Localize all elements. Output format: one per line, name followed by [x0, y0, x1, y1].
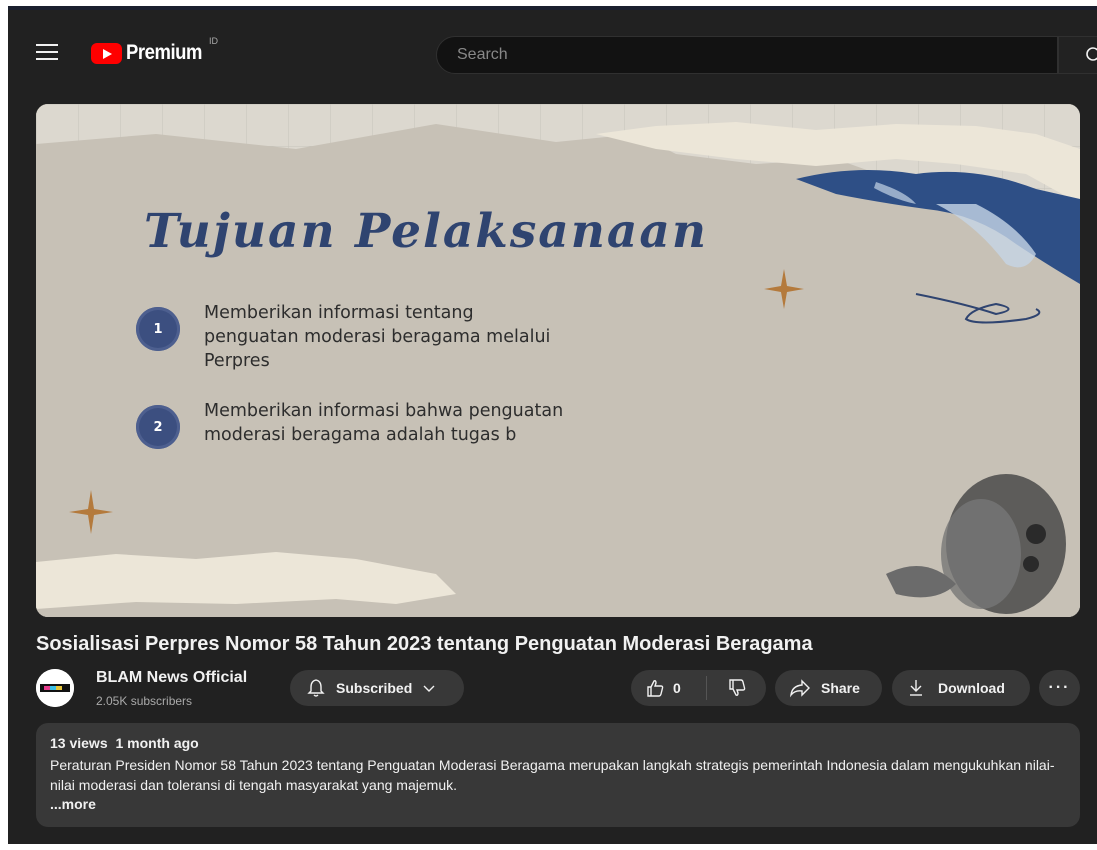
search-placeholder: Search	[457, 46, 508, 63]
download-icon	[910, 680, 922, 696]
number-badge: 1	[136, 307, 180, 351]
slide-item-1: 1 Memberikan informasi tentang penguatan…	[136, 301, 564, 373]
slide-item-text: Memberikan informasi bahwa penguatan mod…	[204, 401, 564, 445]
video-player[interactable]: Tujuan Pelaksanaan 1 Memberikan informas…	[36, 104, 1080, 617]
share-icon	[790, 679, 810, 698]
chevron-down-icon	[423, 685, 435, 692]
masthead: Premium ID Search	[8, 10, 1097, 96]
logo-text: Premium	[126, 41, 203, 64]
search-icon	[1086, 47, 1097, 61]
view-count: 13 views	[50, 735, 108, 751]
channel-name[interactable]: BLAM News Official	[96, 669, 247, 687]
sparkle-icon	[69, 490, 113, 534]
upload-date: 1 month ago	[115, 735, 199, 751]
thumbs-down-icon	[728, 679, 745, 696]
share-button[interactable]: Share	[775, 670, 882, 706]
download-label: Download	[938, 680, 1005, 696]
show-more-link[interactable]: ...more	[50, 796, 1066, 812]
like-button[interactable]: 0	[631, 670, 706, 706]
sparkle-icon	[764, 269, 804, 309]
description-text: Peraturan Presiden Nomor 58 Tahun 2023 t…	[50, 757, 1055, 793]
share-label: Share	[821, 680, 860, 696]
bell-icon	[307, 679, 325, 697]
menu-icon[interactable]	[36, 44, 58, 60]
slide-title: Tujuan Pelaksanaan	[144, 204, 709, 259]
youtube-window: Premium ID Search Tujuan Pelaksanaan 1 M…	[8, 6, 1097, 844]
subscriber-count: 2.05K subscribers	[96, 694, 193, 708]
thumbs-up-icon	[647, 680, 664, 697]
search-button[interactable]	[1058, 36, 1097, 74]
slide-item-text: Memberikan informasi tentang penguatan m…	[204, 303, 551, 371]
search-input[interactable]: Search	[436, 36, 1058, 74]
youtube-premium-logo[interactable]: Premium ID	[91, 36, 218, 66]
youtube-play-icon	[91, 42, 122, 64]
number-badge: 2	[136, 405, 180, 449]
subscribed-button[interactable]: Subscribed	[290, 670, 464, 706]
more-actions-button[interactable]: ···	[1039, 670, 1080, 706]
download-button[interactable]: Download	[892, 670, 1030, 706]
channel-avatar[interactable]	[36, 669, 74, 707]
video-title: Sosialisasi Perpres Nomor 58 Tahun 2023 …	[36, 633, 813, 655]
like-count: 0	[673, 680, 681, 696]
more-actions-label: ···	[1048, 679, 1071, 696]
video-meta: 13 views 1 month ago	[50, 735, 1066, 751]
description-box[interactable]: 13 views 1 month ago Peraturan Presiden …	[36, 723, 1080, 827]
dislike-button[interactable]	[707, 670, 766, 706]
slide-item-2: 2 Memberikan informasi bahwa penguatan m…	[136, 399, 564, 449]
subscribed-label: Subscribed	[336, 680, 413, 696]
like-dislike-group: 0	[631, 670, 766, 706]
country-code: ID	[209, 36, 218, 46]
